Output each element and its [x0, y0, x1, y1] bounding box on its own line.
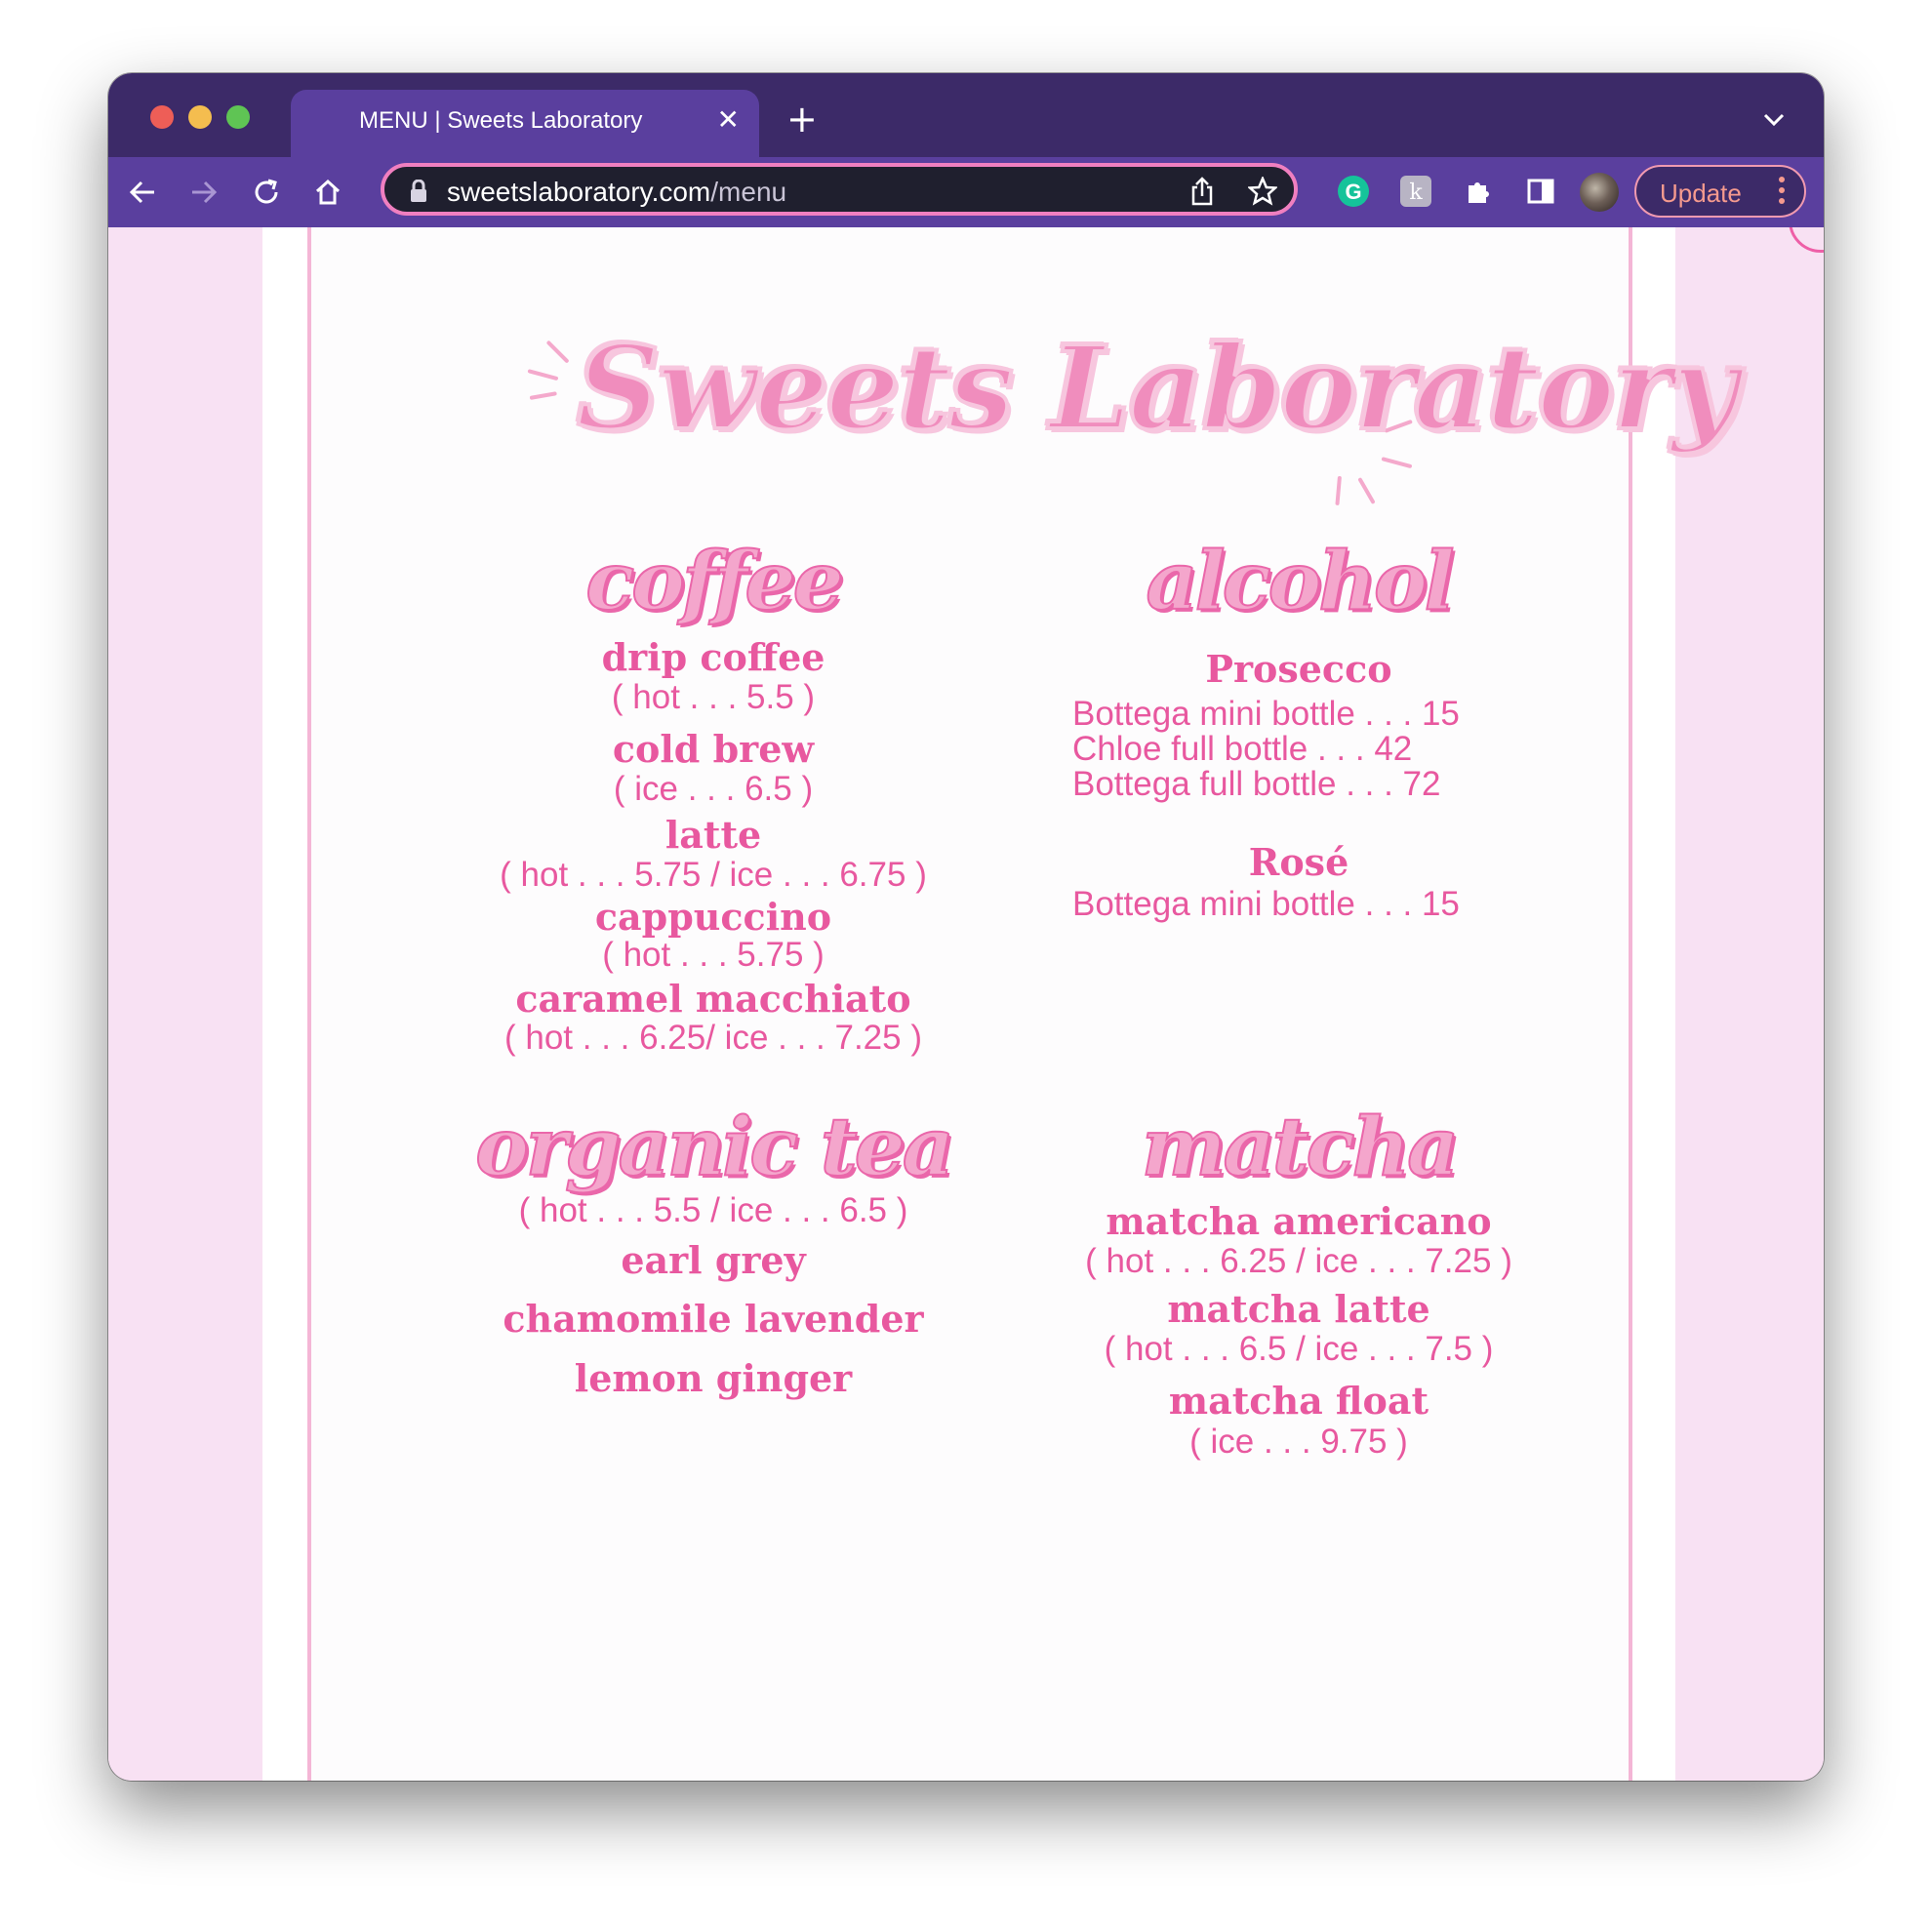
- menu-item-name: matcha latte: [1167, 1287, 1430, 1331]
- menu-item-price: ( hot . . . 6.25/ ice . . . 7.25 ): [504, 1019, 922, 1057]
- menu-item-name: matcha americano: [1106, 1199, 1492, 1243]
- more-menu-icon[interactable]: [1779, 177, 1787, 209]
- menu-item-price: ( hot . . . 5.5 ): [611, 678, 816, 716]
- tea-price: ( hot . . . 5.5 / ice . . . 6.5 ): [518, 1191, 908, 1229]
- k-letter: k: [1409, 181, 1423, 205]
- new-tab-button[interactable]: +: [786, 100, 818, 138]
- menu-item-name: caramel macchiato: [515, 977, 911, 1021]
- corner-decoration: [1789, 227, 1824, 253]
- lock-icon[interactable]: [410, 179, 427, 207]
- tea-item: lemon ginger: [574, 1356, 853, 1400]
- maximize-window-button[interactable]: [226, 105, 250, 129]
- menu-item-price: ( ice . . . 9.75 ): [1189, 1423, 1408, 1461]
- menu-item-name: cold brew: [612, 727, 815, 771]
- menu-item-name: drip coffee: [601, 635, 825, 679]
- address-bar[interactable]: sweetslaboratory.com/menu: [381, 163, 1298, 216]
- forward-icon[interactable]: [180, 157, 228, 227]
- update-label: Update: [1660, 179, 1742, 208]
- section-title-matcha: matcha: [1141, 1100, 1460, 1195]
- alcohol-line: Bottega mini bottle . . . 15: [1072, 695, 1460, 733]
- alcohol-line: Bottega full bottle . . . 72: [1072, 765, 1441, 803]
- bookmark-star-icon[interactable]: [1247, 176, 1278, 207]
- menu-item-name: matcha float: [1168, 1379, 1429, 1423]
- logo: Sweets Laboratory: [518, 301, 1740, 525]
- tab-search-icon[interactable]: [1763, 112, 1785, 131]
- minimize-window-button[interactable]: [188, 105, 212, 129]
- menu-item-name: latte: [664, 813, 762, 857]
- tab-strip: MENU | Sweets Laboratory ✕ +: [108, 73, 1824, 157]
- browser-window: MENU | Sweets Laboratory ✕ + sweetslabor…: [108, 73, 1824, 1781]
- url-text[interactable]: sweetslaboratory.com/menu: [447, 177, 786, 208]
- tab-title: MENU | Sweets Laboratory: [359, 107, 643, 134]
- k-extension-icon[interactable]: k: [1398, 174, 1433, 209]
- section-title-coffee: coffee: [584, 534, 845, 629]
- extensions-puzzle-icon[interactable]: [1461, 174, 1496, 209]
- profile-avatar[interactable]: [1580, 173, 1619, 212]
- menu-item-name: cappuccino: [594, 895, 832, 939]
- url-host: sweetslaboratory.com: [447, 177, 711, 207]
- update-button[interactable]: Update: [1634, 165, 1806, 218]
- alcohol-group-name: Prosecco: [1205, 647, 1392, 691]
- reload-icon[interactable]: [242, 157, 291, 227]
- logo-text: Sweets Laboratory: [575, 318, 1740, 458]
- home-icon[interactable]: [303, 157, 352, 227]
- tea-item: earl grey: [621, 1238, 806, 1282]
- alcohol-group-name: Rosé: [1248, 840, 1349, 884]
- browser-toolbar: sweetslaboratory.com/menu G k Update: [108, 157, 1824, 227]
- menu-item-price: ( hot . . . 5.75 / ice . . . 6.75 ): [500, 856, 927, 894]
- grammarly-extension-icon[interactable]: G: [1336, 174, 1371, 209]
- share-icon[interactable]: [1187, 176, 1218, 207]
- menu-item-price: ( hot . . . 5.75 ): [602, 936, 825, 974]
- tab-active[interactable]: MENU | Sweets Laboratory ✕: [291, 90, 759, 157]
- menu-item-price: ( hot . . . 6.25 / ice . . . 7.25 ): [1085, 1242, 1512, 1280]
- page-viewport: Sweets Laboratory coffee drip coffee ( h…: [108, 227, 1824, 1781]
- back-icon[interactable]: [118, 157, 167, 227]
- tea-item: chamomile lavender: [503, 1297, 924, 1341]
- url-path: /menu: [710, 177, 787, 207]
- side-panel-icon[interactable]: [1523, 174, 1558, 209]
- tab-close-icon[interactable]: ✕: [717, 103, 740, 136]
- alcohol-line: Bottega mini bottle . . . 15: [1072, 885, 1460, 923]
- grammarly-letter: G: [1345, 180, 1361, 204]
- menu-item-price: ( hot . . . 6.5 / ice . . . 7.5 ): [1104, 1330, 1494, 1368]
- section-title-organic-tea: organic tea: [474, 1100, 955, 1195]
- menu-item-price: ( ice . . . 6.5 ): [613, 770, 814, 808]
- section-title-alcohol: alcohol: [1145, 534, 1455, 629]
- close-window-button[interactable]: [150, 105, 174, 129]
- alcohol-line: Chloe full bottle . . . 42: [1072, 730, 1413, 768]
